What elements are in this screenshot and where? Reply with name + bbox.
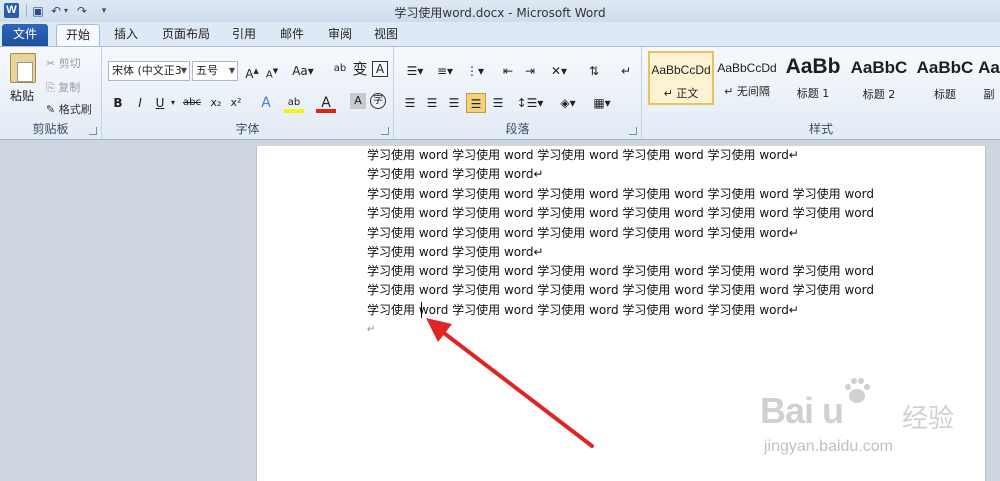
paw-icon <box>845 378 870 403</box>
watermark-logo: Bai u <box>760 390 844 431</box>
arrow-shaft <box>438 328 594 448</box>
watermark-url: jingyan.baidu.com <box>764 438 893 455</box>
watermark-label: 经验 <box>902 404 955 434</box>
baidu-watermark: Bai u 经验 jingyan.baidu.com <box>760 376 980 466</box>
